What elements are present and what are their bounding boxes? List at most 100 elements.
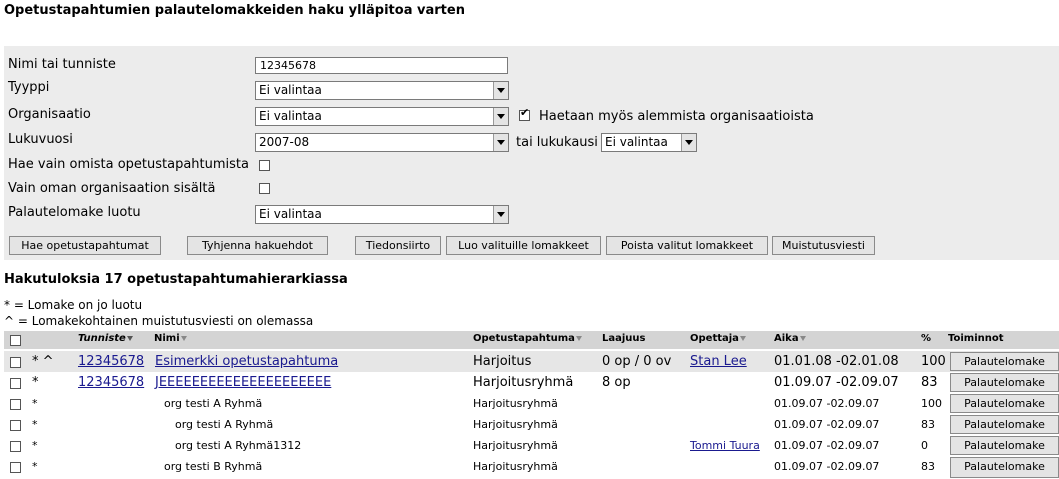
row-nimi: org testi A Ryhmä bbox=[164, 397, 263, 410]
org-select[interactable]: Ei valintaa bbox=[255, 107, 509, 126]
search-panel bbox=[4, 46, 1059, 260]
row-nimi-link[interactable]: JEEEEEEEEEEEEEEEEEEEEE bbox=[155, 375, 331, 390]
period-select-value: Ei valintaa bbox=[605, 135, 668, 149]
sort-icon bbox=[180, 335, 187, 341]
row-tunniste-link[interactable]: 12345678 bbox=[78, 354, 144, 369]
period-select[interactable]: Ei valintaa bbox=[601, 133, 697, 152]
row-laajuus: 0 op / 0 ov bbox=[602, 354, 672, 369]
row-checkbox[interactable] bbox=[10, 462, 21, 473]
row-marks: * bbox=[32, 439, 38, 452]
row-percent: 100 bbox=[921, 354, 946, 369]
row-checkbox[interactable] bbox=[10, 378, 21, 389]
chevron-down-icon bbox=[681, 134, 696, 151]
row-percent: 83 bbox=[921, 418, 935, 431]
name-label: Nimi tai tunniste bbox=[8, 57, 116, 72]
year-label: Lukuvuosi bbox=[8, 132, 73, 147]
feedback-form-button[interactable]: Palautelomake bbox=[950, 457, 1059, 478]
row-aika: 01.09.07 -02.09.07 bbox=[774, 460, 880, 473]
feedback-form-button[interactable]: Palautelomake bbox=[950, 415, 1059, 434]
table-row: * org testi A Ryhmä Harjoitusryhmä 01.09… bbox=[4, 414, 1059, 435]
row-type: Harjoitus bbox=[473, 354, 532, 369]
header-nimi[interactable]: Nimi bbox=[154, 333, 187, 344]
header-aika[interactable]: Aika bbox=[774, 333, 806, 344]
delete-forms-button[interactable]: Poista valitut lomakkeet bbox=[606, 236, 768, 255]
row-nimi: org testi A Ryhmä1312 bbox=[175, 439, 302, 452]
created-label: Palautelomake luotu bbox=[8, 205, 141, 220]
header-toiminnot: Toiminnot bbox=[948, 333, 1004, 344]
transfer-button[interactable]: Tiedonsiirto bbox=[355, 236, 441, 255]
clear-button[interactable]: Tyhjenna hakuehdot bbox=[187, 236, 328, 255]
results-title: Hakutuloksia 17 opetustapahtumahierarkia… bbox=[4, 272, 348, 287]
feedback-form-button[interactable]: Palautelomake bbox=[950, 394, 1059, 413]
sort-icon bbox=[739, 335, 746, 341]
row-type: Harjoitusryhmä bbox=[473, 460, 558, 473]
feedback-form-button[interactable]: Palautelomake bbox=[950, 352, 1059, 371]
chevron-down-icon bbox=[493, 82, 508, 99]
table-row: * org testi A Ryhmä1312 Harjoitusryhmä T… bbox=[4, 435, 1059, 456]
row-type: Harjoitusryhmä bbox=[473, 375, 574, 390]
legend-created: * = Lomake on jo luotu bbox=[4, 298, 143, 312]
row-marks: * bbox=[32, 375, 39, 390]
sort-icon bbox=[799, 335, 806, 341]
row-type: Harjoitusryhmä bbox=[473, 397, 558, 410]
page-title: Opetustapahtumien palautelomakkeiden hak… bbox=[4, 3, 465, 18]
org-select-value: Ei valintaa bbox=[259, 109, 322, 123]
row-opettaja-link[interactable]: Tommi Tuura bbox=[690, 439, 760, 452]
row-tunniste-link[interactable]: 12345678 bbox=[78, 375, 144, 390]
header-opettaja[interactable]: Opettaja bbox=[690, 333, 746, 344]
year-select[interactable]: 2007-08 bbox=[255, 133, 509, 152]
feedback-form-button[interactable]: Palautelomake bbox=[950, 436, 1059, 455]
type-select-value: Ei valintaa bbox=[259, 83, 322, 97]
type-select[interactable]: Ei valintaa bbox=[255, 81, 509, 100]
orgonly-label: Vain oman organisaation sisältä bbox=[8, 181, 216, 196]
chevron-down-icon bbox=[493, 108, 508, 125]
results-table-header: Tunniste Nimi Opetustapahtuma Laajuus Op… bbox=[4, 331, 1059, 349]
year-select-value: 2007-08 bbox=[259, 135, 310, 149]
row-marks: * ^ bbox=[32, 354, 54, 369]
sort-icon bbox=[575, 335, 582, 341]
row-percent: 100 bbox=[921, 397, 942, 410]
name-input[interactable]: 12345678 bbox=[255, 57, 508, 74]
orgonly-checkbox[interactable] bbox=[259, 183, 270, 194]
chevron-down-icon bbox=[493, 134, 508, 151]
own-checkbox[interactable] bbox=[259, 160, 270, 171]
row-nimi-link[interactable]: Esimerkki opetustapahtuma bbox=[155, 354, 338, 369]
row-marks: * bbox=[32, 460, 38, 473]
sort-desc-icon bbox=[126, 335, 133, 341]
type-label: Tyyppi bbox=[8, 80, 50, 95]
row-opettaja-link[interactable]: Stan Lee bbox=[690, 354, 747, 369]
row-checkbox[interactable] bbox=[10, 357, 21, 368]
search-button[interactable]: Hae opetustapahtumat bbox=[9, 236, 161, 255]
reminder-button[interactable]: Muistutusviesti bbox=[772, 236, 875, 255]
row-aika: 01.09.07 -02.09.07 bbox=[774, 397, 880, 410]
row-laajuus: 8 op bbox=[602, 375, 631, 390]
created-select-value: Ei valintaa bbox=[259, 207, 322, 221]
header-laajuus: Laajuus bbox=[602, 333, 646, 344]
row-checkbox[interactable] bbox=[10, 399, 21, 410]
org-label: Organisaatio bbox=[8, 107, 91, 122]
created-select[interactable]: Ei valintaa bbox=[255, 205, 509, 224]
row-percent: 0 bbox=[921, 439, 928, 452]
row-checkbox[interactable] bbox=[10, 441, 21, 452]
row-marks: * bbox=[32, 418, 38, 431]
chevron-down-icon bbox=[493, 206, 508, 223]
table-row: * org testi B Ryhmä Harjoitusryhmä 01.09… bbox=[4, 456, 1059, 478]
select-all-checkbox[interactable] bbox=[10, 335, 21, 346]
feedback-form-button[interactable]: Palautelomake bbox=[950, 373, 1059, 392]
suborg-checkbox[interactable] bbox=[519, 106, 530, 121]
own-label: Hae vain omista opetustapahtumista bbox=[8, 157, 249, 172]
table-row: * 12345678 JEEEEEEEEEEEEEEEEEEEEE Harjoi… bbox=[4, 372, 1059, 393]
row-aika: 01.09.07 -02.09.07 bbox=[774, 375, 899, 390]
header-tunniste[interactable]: Tunniste bbox=[78, 333, 133, 344]
header-opetustapahtuma[interactable]: Opetustapahtuma bbox=[473, 333, 582, 344]
row-aika: 01.09.07 -02.09.07 bbox=[774, 439, 880, 452]
row-checkbox[interactable] bbox=[10, 420, 21, 431]
row-aika: 01.09.07 -02.09.07 bbox=[774, 418, 880, 431]
header-percent: % bbox=[921, 333, 932, 344]
row-type: Harjoitusryhmä bbox=[473, 418, 558, 431]
row-marks: * bbox=[32, 397, 38, 410]
create-forms-button[interactable]: Luo valituille lomakkeet bbox=[446, 236, 601, 255]
table-row: * org testi A Ryhmä Harjoitusryhmä 01.09… bbox=[4, 393, 1059, 414]
row-nimi: org testi A Ryhmä bbox=[175, 418, 274, 431]
suborg-label: Haetaan myös alemmista organisaatioista bbox=[539, 109, 814, 124]
